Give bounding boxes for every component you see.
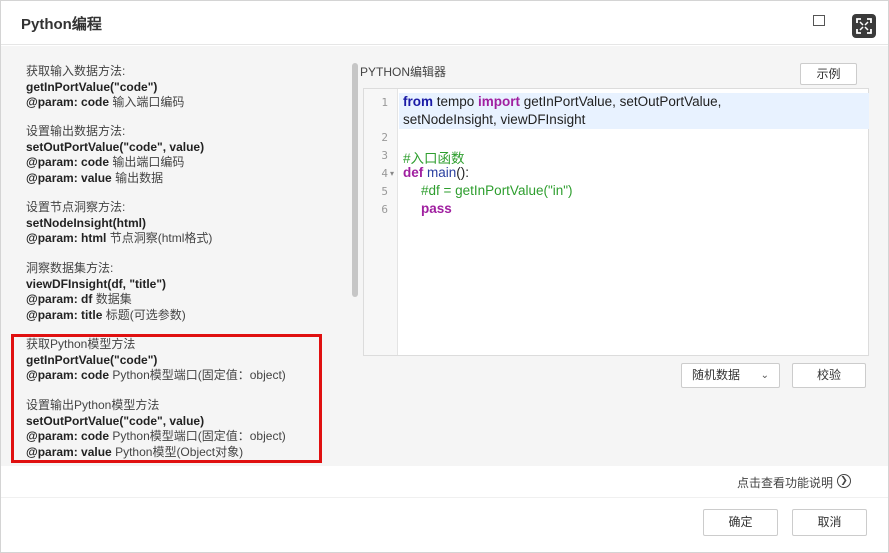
code-imports: getInPortValue, setOutPortValue,	[520, 94, 722, 109]
editor-gutter: 1 2 3 4 ▾ 5 6	[364, 89, 398, 355]
doc-param-label: @param: code	[26, 155, 110, 169]
doc-param-desc: 输出数据	[115, 170, 164, 185]
api-docs-panel: 获取输入数据方法: getInPortValue("code") @param:…	[9, 58, 347, 460]
cancel-button[interactable]: 取消	[792, 509, 867, 536]
doc-param-label: @param: title	[26, 307, 103, 322]
code-line-4: def main():	[403, 165, 469, 180]
doc-param-label: @param: value	[26, 170, 112, 185]
random-data-select-value: 随机数据	[692, 368, 741, 382]
doc-set-python-model: 设置输出Python模型方法 setOutPortValue("code", v…	[26, 398, 286, 460]
code-line-3: #入口函数	[403, 151, 465, 166]
keyword-def: def	[403, 165, 424, 180]
dialog-title: Python编程	[21, 16, 102, 33]
keyword-import: import	[478, 94, 521, 109]
doc-param-desc: Python模型(Object对象)	[115, 444, 244, 459]
doc-signature: setOutPortValue("code", value)	[26, 413, 205, 428]
code-parens: ():	[456, 165, 470, 180]
code-line-1-wrap: setNodeInsight, viewDFInsight	[403, 112, 586, 127]
code-line-5: #df = getInPortValue("in")	[421, 183, 573, 198]
line-number: 5	[381, 185, 388, 198]
doc-get-python-model: 获取Python模型方法 getInPortValue("code") @par…	[26, 337, 286, 384]
dialog-titlebar: Python编程	[1, 1, 888, 45]
help-link[interactable]: 点击查看功能说明	[737, 474, 833, 491]
doc-param-label: @param: html	[26, 231, 107, 245]
footer-divider	[1, 497, 888, 498]
doc-heading: 获取Python模型方法	[26, 337, 136, 351]
keyword-from: from	[403, 94, 433, 109]
doc-heading: 洞察数据集方法:	[26, 261, 114, 275]
doc-signature: getInPortValue("code")	[26, 352, 158, 367]
doc-param-label: @param: code	[26, 368, 110, 382]
doc-signature: setNodeInsight(html)	[26, 215, 146, 230]
doc-signature: getInPortValue("code")	[26, 79, 158, 94]
maximize-icon[interactable]	[813, 15, 825, 26]
doc-param-desc: Python模型端口(固定值：object)	[112, 368, 286, 382]
doc-view-df-insight: 洞察数据集方法: viewDFInsight(df, "title") @par…	[26, 261, 186, 323]
doc-signature: viewDFInsight(df, "title")	[26, 276, 167, 291]
line-number: 2	[381, 131, 388, 144]
doc-set-node-insight: 设置节点洞察方法: setNodeInsight(html) @param: h…	[26, 200, 212, 247]
line-number: 4	[381, 167, 388, 180]
example-button[interactable]: 示例	[800, 63, 857, 85]
doc-param-label: @param: code	[26, 95, 110, 109]
doc-set-output: 设置输出数据方法: setOutPortValue("code", value)…	[26, 124, 204, 186]
doc-param-desc: 输出端口编码	[112, 155, 185, 169]
code-line-1: from tempo import getInPortValue, setOut…	[403, 94, 721, 109]
doc-param-desc: 数据集	[95, 292, 132, 306]
function-name: main	[423, 165, 457, 180]
doc-param-desc: 标题(可选参数)	[105, 307, 186, 322]
doc-get-input: 获取输入数据方法: getInPortValue("code") @param:…	[26, 64, 184, 111]
doc-param-label: @param: code	[26, 429, 110, 443]
line-number: 6	[381, 203, 388, 216]
doc-heading: 设置输出Python模型方法	[26, 398, 160, 412]
editor-label: PYTHON编辑器	[360, 65, 447, 79]
doc-heading: 设置输出数据方法:	[26, 124, 126, 138]
line-number: 1	[381, 96, 388, 109]
python-programming-dialog: Python编程 获取输入数据方法: getInPortValue("code"…	[0, 0, 889, 553]
doc-param-label: @param: df	[26, 292, 93, 306]
python-code-editor[interactable]: 1 2 3 4 ▾ 5 6 from tempo import getInPor…	[363, 88, 869, 356]
doc-param-label: @param: value	[26, 444, 112, 459]
doc-param-desc: 输入端口编码	[112, 95, 185, 109]
doc-signature: setOutPortValue("code", value)	[26, 139, 205, 154]
code-line-6: pass	[421, 201, 452, 216]
confirm-button[interactable]: 确定	[703, 509, 778, 536]
fullscreen-icon[interactable]	[852, 14, 876, 38]
code-module: tempo	[433, 94, 479, 109]
fold-caret-icon[interactable]: ▾	[390, 169, 394, 178]
docs-scrollbar[interactable]	[352, 63, 358, 297]
doc-param-desc: 节点洞察(html格式)	[109, 231, 213, 245]
line-number: 3	[381, 149, 388, 162]
chevron-right-circle-icon[interactable]: ❯	[837, 474, 851, 488]
doc-heading: 设置节点洞察方法:	[26, 200, 126, 214]
random-data-select[interactable]: 随机数据 ⌄	[681, 363, 780, 388]
chevron-down-icon: ⌄	[760, 370, 769, 381]
doc-param-desc: Python模型端口(固定值：object)	[112, 429, 286, 443]
doc-heading: 获取输入数据方法:	[26, 64, 126, 78]
validate-button[interactable]: 校验	[792, 363, 866, 388]
